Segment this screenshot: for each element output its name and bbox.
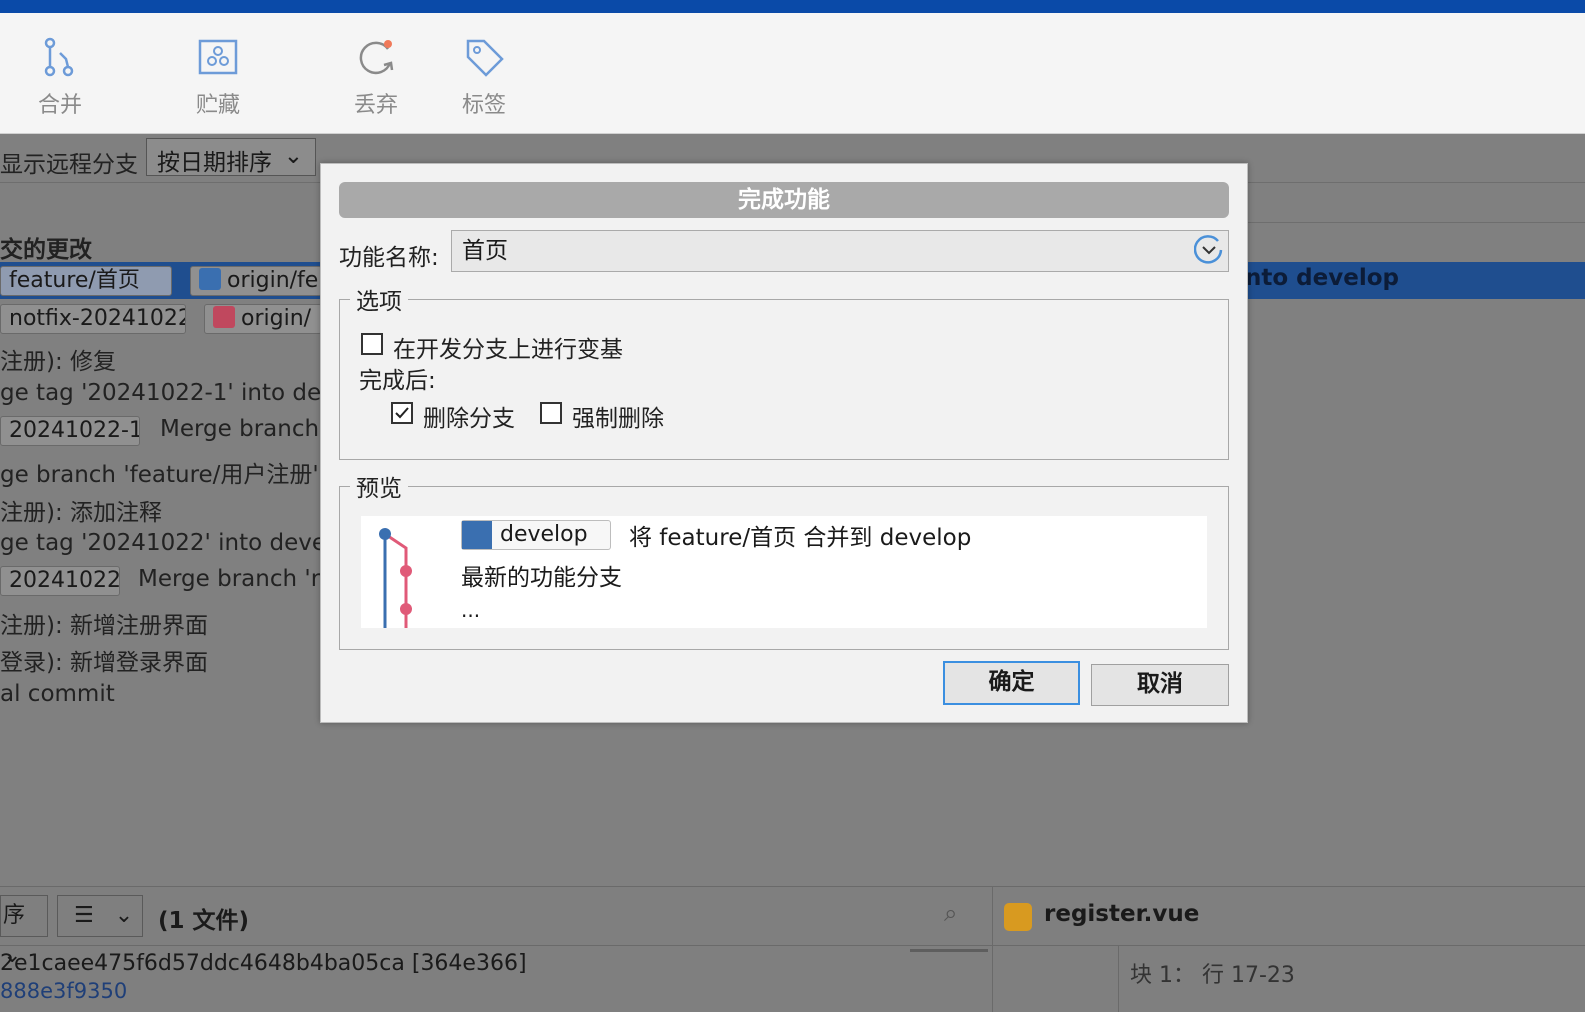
sort-dropdown[interactable]: 按日期排序 ⌄ <box>146 138 316 176</box>
commit-row[interactable]: 注册): 修复 <box>0 342 116 376</box>
commit-row[interactable]: ge tag '20241022-1' into dev <box>0 380 335 406</box>
commit-row[interactable]: ge tag '20241022' into devel <box>0 530 332 556</box>
branch-icon <box>199 268 221 290</box>
preview-group-title: 预览 <box>350 469 408 503</box>
commit-hash-line: 2e1caee475f6d57ddc4648b4ba05ca [364e366] <box>0 951 527 976</box>
rebase-checkbox[interactable] <box>361 333 383 355</box>
tag-ref-label: 20241022-1 <box>9 418 140 443</box>
preview-ellipsis: ... <box>461 598 481 622</box>
commit-graph <box>379 528 412 628</box>
feature-name-combo[interactable]: 首页 <box>451 230 1229 272</box>
view-mode-select[interactable]: ☰ ⌄ <box>57 895 143 937</box>
feature-name-label: 功能名称: <box>339 245 439 271</box>
panel-divider <box>992 887 993 1012</box>
main-toolbar: 合并 贮藏 丢弃 标签 <box>0 13 1585 134</box>
show-remote-branches-label[interactable]: 显示远程分支 <box>0 145 138 179</box>
develop-branch-name: develop <box>500 522 588 547</box>
branch-ref-label: notfix-20241022 <box>9 306 186 331</box>
divider <box>0 945 992 946</box>
uncommitted-changes-row[interactable]: 交的更改 <box>0 230 92 264</box>
details-panel: 序 ⌄ ☰ ⌄ (1 文件) ⌕ register.vue 2e1caee475… <box>0 886 1585 1012</box>
branch-icon <box>213 306 235 328</box>
after-finish-label: 完成后: <box>359 368 436 394</box>
hunk-info: 块 1： 行 17-23 <box>1130 963 1295 988</box>
chevron-down-icon[interactable] <box>1194 235 1224 265</box>
gutter-divider <box>1118 946 1119 1012</box>
stash-label: 贮藏 <box>195 93 240 118</box>
discard-icon <box>359 40 394 75</box>
remote-ref-feature[interactable]: origin/fe <box>190 266 322 296</box>
options-group-title: 选项 <box>350 282 408 316</box>
merge-icon <box>44 37 74 77</box>
delete-branch-checkbox[interactable] <box>391 402 413 424</box>
commit-row[interactable]: Merge branch <box>160 416 319 442</box>
discard-label: 丢弃 <box>353 93 398 118</box>
dialog-title: 完成功能 <box>339 182 1229 218</box>
preview-merge-text: 将 feature/首页 合并到 develop <box>629 525 972 551</box>
commit-row[interactable]: Merge branch 'r <box>138 566 320 592</box>
file-name[interactable]: register.vue <box>1044 901 1199 927</box>
commit-row[interactable]: ge branch 'feature/用户注册' <box>0 455 319 489</box>
tag-ref-label: 20241022 <box>9 568 120 593</box>
file-count: (1 文件) <box>158 908 250 934</box>
file-modified-icon <box>1004 903 1032 931</box>
window-title-bar <box>0 0 1585 13</box>
force-delete-checkbox[interactable] <box>540 402 562 424</box>
scrollbar[interactable] <box>910 949 988 952</box>
sort-mode-select[interactable]: 序 ⌄ <box>0 895 48 968</box>
branch-icon <box>462 521 492 549</box>
preview-latest-text: 最新的功能分支 <box>461 565 622 591</box>
force-delete-label[interactable]: 强制删除 <box>572 399 664 433</box>
sort-dropdown-value: 按日期排序 <box>157 150 272 176</box>
finish-feature-dialog: 完成功能 功能名称: 首页 选项 在开发分支上进行变基 完成后: 删除分支 强制… <box>320 163 1248 723</box>
chevron-down-icon: ⌄ <box>283 143 303 169</box>
options-group: 选项 <box>339 282 1229 460</box>
tag-ref[interactable]: 20241022-1 <box>0 416 140 446</box>
list-icon: ☰ <box>74 903 94 928</box>
feature-name-value: 首页 <box>462 238 508 264</box>
commit-row[interactable]: al commit <box>0 681 115 707</box>
ok-button[interactable]: 确定 <box>943 661 1080 705</box>
tag-button[interactable]: 标签 <box>429 35 539 119</box>
merge-label: 合并 <box>37 93 82 118</box>
branch-ref-feature[interactable]: feature/首页 <box>0 266 172 296</box>
delete-branch-label[interactable]: 删除分支 <box>423 399 515 433</box>
merge-button[interactable]: 合并 <box>5 35 115 119</box>
selected-commit-text: nto develop <box>1245 265 1399 291</box>
develop-branch-label: develop <box>461 520 611 550</box>
rebase-option-label[interactable]: 在开发分支上进行变基 <box>393 330 623 364</box>
divider <box>1245 222 1585 223</box>
discard-button[interactable]: 丢弃 <box>321 35 431 119</box>
remote-ref-label: origin/ <box>241 306 312 331</box>
branch-ref-label: feature/首页 <box>9 268 140 293</box>
chevron-down-icon: ⌄ <box>114 903 134 928</box>
stash-icon <box>198 39 238 75</box>
remote-ref-hotfix[interactable]: origin/ <box>204 304 322 334</box>
search-icon[interactable]: ⌕ <box>944 899 957 927</box>
preview-area: develop 将 feature/首页 合并到 develop 最新的功能分支… <box>361 516 1207 628</box>
sort-mode-label: 序 <box>3 903 26 928</box>
remote-ref-label: origin/fe <box>227 268 319 293</box>
tag-label: 标签 <box>461 93 506 118</box>
commit-row[interactable]: 注册): 添加注释 <box>0 493 162 527</box>
parent-hash-link[interactable]: 888e3f9350 <box>0 979 127 1003</box>
commit-row[interactable]: 登录): 新增登录界面 <box>0 643 208 677</box>
cancel-button[interactable]: 取消 <box>1091 664 1229 706</box>
divider <box>993 945 1585 946</box>
stash-button[interactable]: 贮藏 <box>163 35 273 119</box>
branch-ref-hotfix[interactable]: notfix-20241022 <box>0 304 186 334</box>
tag-ref[interactable]: 20241022 <box>0 566 120 596</box>
checkmark-icon <box>395 407 409 419</box>
tag-icon <box>466 39 504 77</box>
commit-row[interactable]: 注册): 新增注册界面 <box>0 606 208 640</box>
